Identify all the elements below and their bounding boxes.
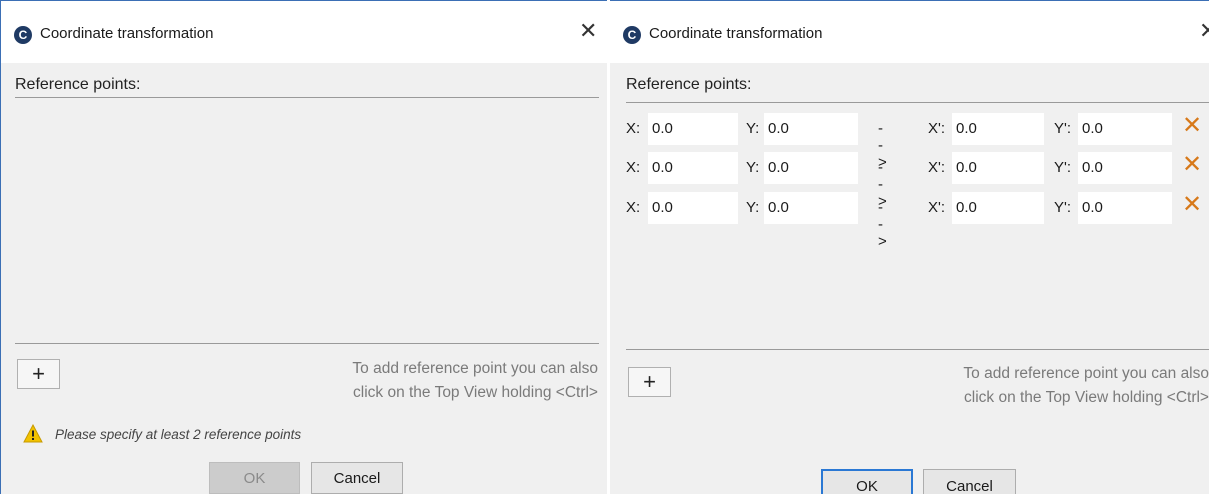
x-prime-input[interactable]: 0.0 bbox=[952, 192, 1044, 224]
add-point-hint: To add reference point you can also clic… bbox=[352, 357, 598, 405]
coordinate-transformation-dialog-empty: C Coordinate transformation ✕ Reference … bbox=[0, 0, 607, 494]
y-prime-label: Y': bbox=[1054, 120, 1072, 137]
add-reference-point-button[interactable]: + bbox=[628, 367, 671, 397]
y-label: Y: bbox=[746, 199, 760, 216]
y-label: Y: bbox=[746, 120, 760, 137]
x-input[interactable]: 0.0 bbox=[648, 152, 738, 184]
y-input[interactable]: 0.0 bbox=[764, 192, 858, 224]
close-icon[interactable]: ✕ bbox=[579, 20, 597, 42]
dialog-title: Coordinate transformation bbox=[40, 25, 214, 42]
x-label: X: bbox=[626, 120, 641, 137]
warning-icon bbox=[23, 424, 43, 443]
validation-warning: Please specify at least 2 reference poin… bbox=[23, 424, 301, 444]
divider-bottom bbox=[15, 343, 599, 344]
y-label: Y: bbox=[746, 159, 760, 176]
add-point-hint: To add reference point you can also clic… bbox=[963, 362, 1209, 410]
reference-points-list bbox=[15, 98, 599, 343]
reference-points-label: Reference points: bbox=[15, 76, 141, 93]
hint-line-1: To add reference point you can also bbox=[963, 365, 1209, 382]
y-input[interactable]: 0.0 bbox=[764, 113, 858, 145]
y-input[interactable]: 0.0 bbox=[764, 152, 858, 184]
remove-point-icon[interactable]: ✕ bbox=[1182, 193, 1202, 217]
app-logo-icon: C bbox=[14, 26, 32, 44]
close-icon[interactable]: ✕ bbox=[1199, 20, 1209, 42]
y-prime-label: Y': bbox=[1054, 159, 1072, 176]
x-prime-label: X': bbox=[928, 120, 946, 137]
y-prime-input[interactable]: 0.0 bbox=[1078, 152, 1172, 184]
y-prime-label: Y': bbox=[1054, 199, 1072, 216]
y-prime-input[interactable]: 0.0 bbox=[1078, 192, 1172, 224]
x-label: X: bbox=[626, 199, 641, 216]
y-prime-input[interactable]: 0.0 bbox=[1078, 113, 1172, 145]
x-prime-label: X': bbox=[928, 159, 946, 176]
divider-top bbox=[626, 102, 1209, 103]
title-bar: C Coordinate transformation ✕ bbox=[1, 1, 607, 63]
cancel-button[interactable]: Cancel bbox=[923, 469, 1016, 494]
x-input[interactable]: 0.0 bbox=[648, 113, 738, 145]
x-prime-input[interactable]: 0.0 bbox=[952, 113, 1044, 145]
mapping-arrow: --> bbox=[878, 199, 887, 250]
remove-point-icon[interactable]: ✕ bbox=[1182, 153, 1202, 177]
title-bar: C Coordinate transformation ✕ bbox=[610, 1, 1209, 63]
x-label: X: bbox=[626, 159, 641, 176]
ok-button[interactable]: OK bbox=[821, 469, 913, 494]
app-logo-icon: C bbox=[623, 26, 641, 44]
x-prime-label: X': bbox=[928, 199, 946, 216]
cancel-button[interactable]: Cancel bbox=[311, 462, 403, 494]
remove-point-icon[interactable]: ✕ bbox=[1182, 114, 1202, 138]
warning-text: Please specify at least 2 reference poin… bbox=[55, 426, 302, 442]
dialog-title: Coordinate transformation bbox=[649, 25, 823, 42]
reference-points-label: Reference points: bbox=[626, 76, 752, 93]
hint-line-2: click on the Top View holding <Ctrl> bbox=[353, 384, 598, 401]
x-input[interactable]: 0.0 bbox=[648, 192, 738, 224]
ok-button[interactable]: OK bbox=[209, 462, 300, 494]
hint-line-2: click on the Top View holding <Ctrl> bbox=[964, 389, 1209, 406]
x-prime-input[interactable]: 0.0 bbox=[952, 152, 1044, 184]
divider-bottom bbox=[626, 349, 1209, 350]
hint-line-1: To add reference point you can also bbox=[352, 360, 598, 377]
add-reference-point-button[interactable]: + bbox=[17, 359, 60, 389]
coordinate-transformation-dialog-filled: C Coordinate transformation ✕ Reference … bbox=[610, 0, 1209, 494]
